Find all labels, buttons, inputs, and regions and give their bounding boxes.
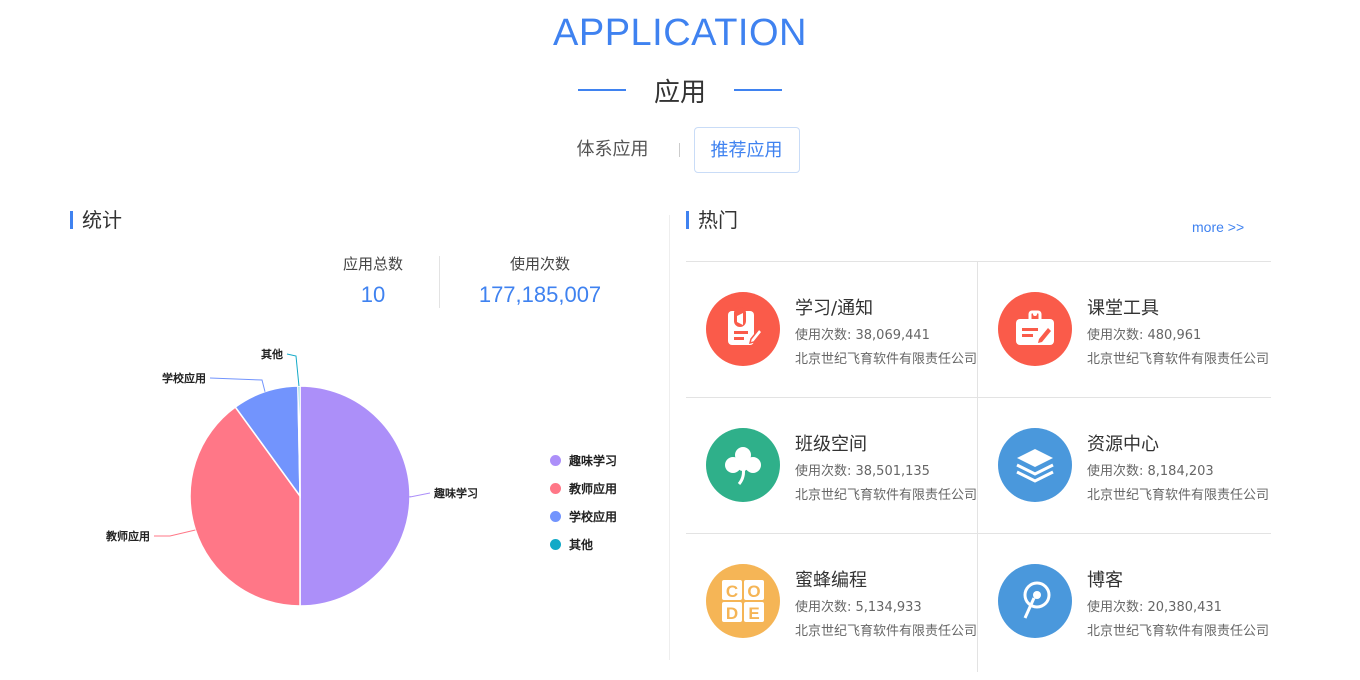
app-company: 北京世纪飞育软件有限责任公司 [1087, 624, 1270, 639]
usage-count-stat: 使用次数 177,185,007 [460, 253, 620, 308]
tab-system-apps[interactable]: 体系应用 [561, 127, 665, 173]
subtitle-left-line [577, 89, 626, 91]
legend-item[interactable]: 教师应用 [550, 474, 617, 502]
svg-text:D: D [726, 604, 738, 623]
code-icon: C O D E [706, 564, 780, 638]
app-name: 蜜蜂编程 [795, 570, 867, 591]
stats-divider [439, 256, 440, 308]
legend-item[interactable]: 趣味学习 [550, 446, 617, 474]
app-usage-count: 使用次数: 8,184,203 [1087, 464, 1214, 479]
page-subtitle: 应用 [653, 77, 706, 108]
grid-column-divider [977, 262, 978, 672]
pie-leader-line [209, 377, 266, 392]
app-card-study-notice[interactable]: 学习/通知 使用次数: 38,069,441 北京世纪飞育软件有限责任公司 [686, 262, 978, 398]
pie-label: 教师应用 [105, 529, 150, 543]
stats-section-title: 统计 [70, 209, 122, 233]
page-title: APPLICATION [553, 12, 807, 54]
legend-label: 教师应用 [569, 481, 618, 496]
app-tabs: 体系应用 推荐应用 [0, 127, 1360, 173]
legend-dot [550, 510, 561, 522]
clipboard-icon [998, 292, 1072, 366]
legend-label: 其他 [569, 537, 594, 552]
tab-recommended-apps[interactable]: 推荐应用 [693, 127, 800, 173]
tab-divider [678, 143, 680, 157]
pie-label: 其他 [261, 347, 283, 361]
total-apps-stat: 应用总数 10 [330, 253, 416, 308]
app-usage-count: 使用次数: 38,069,441 [795, 328, 930, 343]
legend-dot [550, 538, 561, 550]
grid-row-divider [686, 533, 1271, 534]
app-card-class-space[interactable]: 班级空间 使用次数: 38,501,135 北京世纪飞育软件有限责任公司 [686, 398, 978, 534]
pie-leader-line [409, 492, 431, 498]
app-usage-count: 使用次数: 5,134,933 [795, 600, 922, 615]
legend-item[interactable]: 学校应用 [550, 502, 617, 530]
app-card-resource-center[interactable]: 资源中心 使用次数: 8,184,203 北京世纪飞育软件有限责任公司 [978, 398, 1270, 534]
app-name: 班级空间 [795, 434, 867, 455]
pie-label: 趣味学习 [433, 486, 478, 500]
pie-leader-line [154, 529, 196, 537]
legend-label: 趣味学习 [569, 453, 618, 468]
app-name: 学习/通知 [795, 298, 874, 319]
app-usage-count: 使用次数: 480,961 [1087, 328, 1202, 343]
hot-apps-grid: 学习/通知 使用次数: 38,069,441 北京世纪飞育软件有限责任公司 课堂… [686, 261, 1271, 671]
layers-icon [998, 428, 1072, 502]
subtitle-right-line [734, 89, 782, 91]
app-usage-count: 使用次数: 38,501,135 [795, 464, 930, 479]
pie-slice[interactable] [299, 385, 411, 607]
subtitle-row: 应用 [0, 70, 1360, 110]
app-name: 课堂工具 [1087, 298, 1159, 319]
app-card-bee-coding[interactable]: C O D E 蜜蜂编程 使用次数: 5,134,933 北京世纪飞育软件有限责… [686, 534, 978, 670]
legend-dot [550, 482, 561, 494]
column-divider [669, 215, 670, 660]
usage-count-value: 177,185,007 [478, 282, 602, 307]
app-card-blog[interactable]: 博客 使用次数: 20,380,431 北京世纪飞育软件有限责任公司 [978, 534, 1270, 670]
more-link[interactable]: more >> [1192, 219, 1244, 235]
app-usage-count: 使用次数: 20,380,431 [1087, 600, 1222, 615]
svg-text:C: C [726, 582, 738, 601]
clover-icon [706, 428, 780, 502]
legend-item[interactable]: 其他 [550, 530, 617, 558]
app-name: 资源中心 [1087, 434, 1159, 455]
app-company: 北京世纪飞育软件有限责任公司 [795, 488, 978, 503]
app-card-classroom-tools[interactable]: 课堂工具 使用次数: 480,961 北京世纪飞育软件有限责任公司 [978, 262, 1270, 398]
svg-text:O: O [747, 582, 760, 601]
pie-leader-line [286, 353, 300, 387]
hot-section-title: 热门 [686, 209, 738, 233]
svg-text:E: E [748, 604, 759, 623]
app-company: 北京世纪飞育软件有限责任公司 [1087, 488, 1270, 503]
usage-pie-chart: 趣味学习教师应用 学校应用 其他 [105, 347, 478, 607]
notice-icon [706, 292, 780, 366]
total-apps-value: 10 [360, 282, 386, 307]
app-name: 博客 [1087, 570, 1123, 591]
legend-dot [550, 454, 561, 466]
grid-row-divider [686, 397, 1271, 398]
app-company: 北京世纪飞育软件有限责任公司 [795, 352, 978, 367]
pie-label: 学校应用 [162, 371, 206, 385]
blog-icon [998, 564, 1072, 638]
legend-label: 学校应用 [569, 509, 618, 524]
usage-count-label: 使用次数 [509, 255, 570, 273]
chart-legend: 趣味学习 教师应用 学校应用 其他 [550, 446, 617, 558]
app-company: 北京世纪飞育软件有限责任公司 [795, 624, 978, 639]
app-company: 北京世纪飞育软件有限责任公司 [1087, 352, 1270, 367]
total-apps-label: 应用总数 [342, 255, 403, 273]
